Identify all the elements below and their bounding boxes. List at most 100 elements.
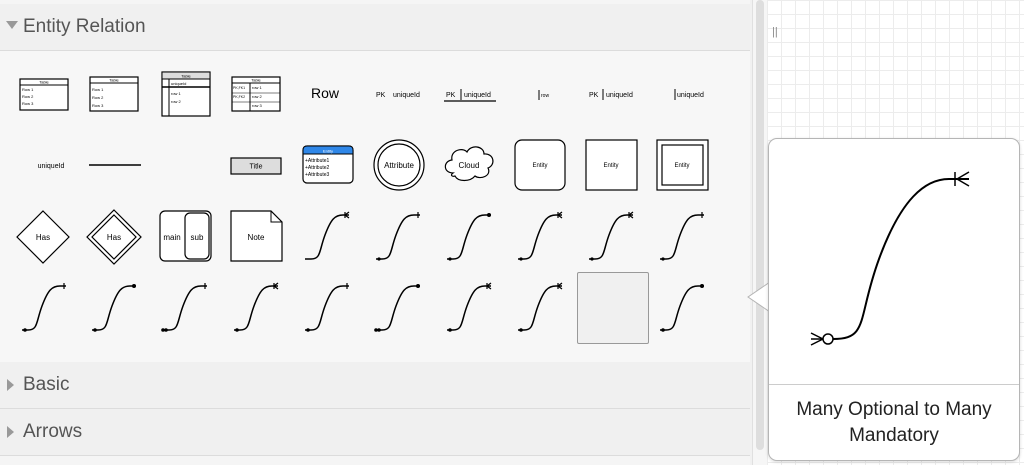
- section-label: Entity Relation: [23, 16, 146, 37]
- pk-label: PK: [589, 92, 599, 99]
- connector-icon[interactable]: [447, 213, 491, 261]
- main-label: main: [163, 233, 180, 242]
- shape-table-1[interactable]: Table Row 1 Row 2 Row 3: [19, 78, 69, 111]
- sidebar-scrollbar[interactable]: [752, 0, 767, 465]
- unique-id-label: uniqueId: [38, 163, 65, 170]
- shape-entity-attributes[interactable]: Entity +Attribute1 +Attribute2 +Attribut…: [302, 145, 354, 184]
- shape-sidebar: Entity Relation Table Row 1 Row 2 Row 3 …: [0, 0, 750, 465]
- shape-pk-row-underline[interactable]: PK uniqueId: [444, 89, 496, 102]
- entity-label: Entity: [603, 163, 618, 169]
- shape-preview-tooltip: Many Optional to Many Mandatory: [768, 138, 1020, 461]
- shape-table-4[interactable]: Table PK,FK1 PK,FK2 row 1 row 2 row 3: [231, 76, 281, 112]
- connector-icon[interactable]: [518, 211, 563, 261]
- connector-icon[interactable]: [589, 211, 634, 261]
- shape-attribute[interactable]: Attribute: [373, 139, 425, 191]
- connector-icon[interactable]: [518, 282, 563, 332]
- scroll-thumb[interactable]: [756, 0, 764, 450]
- connector-icon[interactable]: [22, 283, 66, 332]
- table-row: Row 3: [22, 101, 34, 106]
- table-row: Row 3: [92, 103, 104, 108]
- section-label: Arrows: [23, 421, 83, 442]
- entity-label: Entity: [674, 163, 689, 169]
- shape-unique-id-text[interactable]: uniqueId: [38, 163, 65, 170]
- connector-icon[interactable]: [447, 282, 492, 332]
- connector-icon[interactable]: [376, 212, 420, 261]
- resize-handle-icon[interactable]: ||: [772, 26, 778, 38]
- shape-cloud[interactable]: Cloud: [444, 146, 494, 182]
- section-arrows[interactable]: Arrows: [0, 409, 750, 456]
- table-row: Row 1: [22, 87, 34, 92]
- shape-unique[interactable]: uniqueId: [674, 89, 704, 100]
- shape-table-2[interactable]: Table Row 1 Row 2 Row 3: [89, 76, 139, 112]
- table-title: Table: [251, 78, 261, 83]
- connector-icon[interactable]: [305, 211, 350, 260]
- attribute-row: +Attribute3: [305, 172, 330, 178]
- shape-note[interactable]: Note: [230, 210, 283, 262]
- tooltip-preview-graphic: [810, 171, 970, 346]
- unique-id-label: uniqueId: [677, 92, 704, 99]
- connector-icon[interactable]: [234, 282, 279, 332]
- table-key: PK,FK2: [233, 95, 245, 99]
- pk-label: PK: [446, 92, 456, 99]
- row-small-label: row: [541, 93, 549, 99]
- table-row: uniqueId: [171, 81, 186, 86]
- note-label: Note: [248, 233, 265, 242]
- shape-table-3[interactable]: Table uniqueId row 1 row 2: [161, 71, 211, 117]
- connector-icon[interactable]: [660, 284, 704, 332]
- table-row: row 1: [252, 85, 263, 90]
- connector-icon[interactable]: [161, 283, 207, 332]
- has-label: Has: [36, 233, 50, 242]
- collapse-arrow-icon: [7, 379, 14, 391]
- connector-icon[interactable]: [374, 284, 420, 332]
- shape-palette: Table Row 1 Row 2 Row 3 Table Row 1 Row …: [0, 51, 750, 363]
- unique-id-label: uniqueId: [464, 92, 491, 99]
- attribute-row: +Attribute2: [305, 165, 330, 171]
- shape-row-small[interactable]: row: [538, 90, 549, 100]
- table-title: Table: [181, 74, 191, 79]
- table-row: row 3: [252, 103, 263, 108]
- section-basic[interactable]: Basic: [0, 362, 750, 409]
- table-row: row 1: [171, 91, 182, 96]
- cloud-label: Cloud: [459, 161, 480, 170]
- table-row: row 2: [252, 94, 263, 99]
- table-title: Table: [39, 80, 49, 85]
- table-key: PK,FK1: [233, 86, 245, 90]
- table-row: Row 2: [92, 95, 104, 100]
- table-row: row 2: [171, 99, 182, 104]
- shape-row[interactable]: Row: [311, 85, 340, 101]
- shape-relationship[interactable]: Has: [16, 210, 70, 264]
- unique-id-label: uniqueId: [393, 92, 420, 99]
- collapse-arrow-icon: [7, 426, 14, 438]
- connector-icon[interactable]: [92, 284, 136, 332]
- tooltip-pointer: [747, 282, 770, 312]
- unique-id-label: uniqueId: [606, 92, 633, 99]
- table-title: Table: [109, 78, 119, 83]
- table-row: Row 1: [92, 87, 104, 92]
- table-row: Row 2: [22, 94, 34, 99]
- tooltip-title: Many Optional to Many Mandatory: [796, 399, 992, 446]
- connector-many-optional-to-many-mandatory-selected[interactable]: [577, 272, 649, 344]
- pk-label: PK: [376, 92, 386, 99]
- has-label: Has: [107, 233, 121, 242]
- attribute-row: +Attribute1: [305, 158, 330, 164]
- connector-icon[interactable]: [660, 212, 704, 261]
- entity-header-label: Entity: [323, 149, 333, 154]
- row-label: Row: [311, 85, 340, 101]
- entity-label: Entity: [532, 163, 547, 169]
- expand-arrow-icon: [6, 21, 18, 29]
- shape-pk-unique[interactable]: PK uniqueId: [589, 89, 633, 100]
- connector-icon[interactable]: [305, 283, 349, 332]
- shape-entity[interactable]: Entity: [585, 139, 638, 191]
- section-entity-relation[interactable]: Entity Relation: [0, 4, 750, 51]
- tooltip-divider: [769, 384, 1019, 385]
- title-label: Title: [250, 164, 263, 171]
- attribute-label: Attribute: [384, 161, 414, 170]
- shape-main-sub[interactable]: main sub: [159, 210, 212, 262]
- shape-weak-entity[interactable]: Entity: [656, 139, 709, 191]
- section-label: Basic: [23, 374, 70, 395]
- shape-title[interactable]: Title: [230, 157, 282, 175]
- shape-pk-row[interactable]: PK uniqueId: [376, 92, 420, 99]
- sub-label: sub: [191, 233, 204, 242]
- shape-identifying-relationship[interactable]: Has: [86, 209, 142, 265]
- shape-entity-rounded[interactable]: Entity: [514, 139, 566, 191]
